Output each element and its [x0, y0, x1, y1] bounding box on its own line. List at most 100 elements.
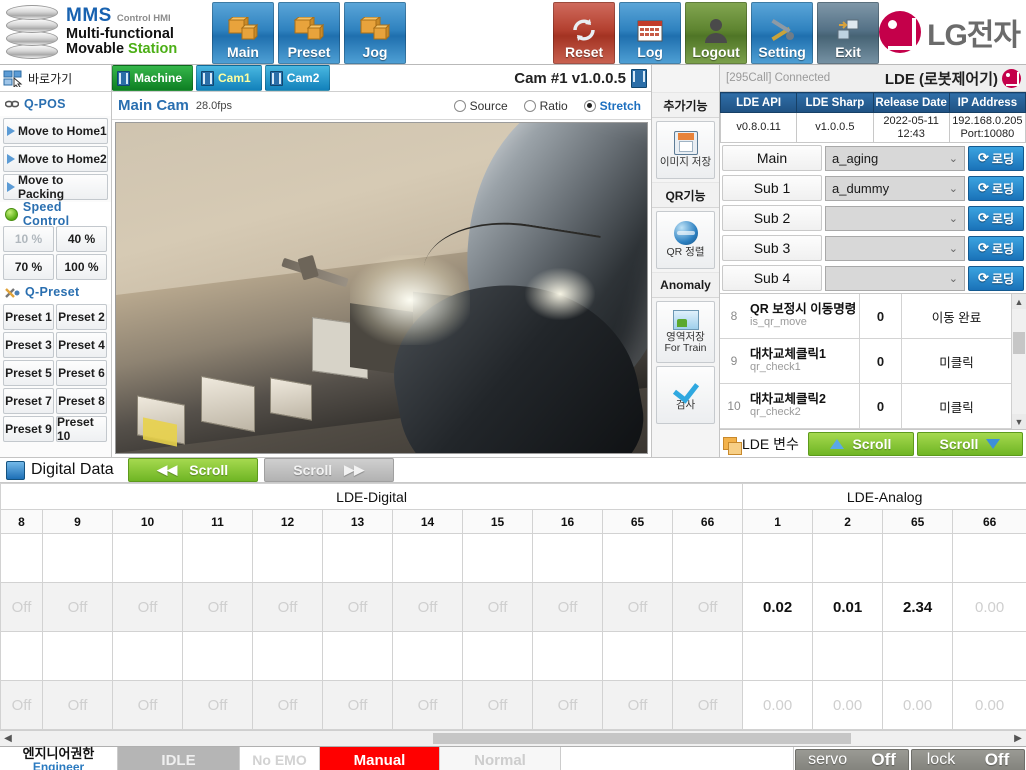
cell-a[interactable]: [742, 533, 814, 583]
cell-d[interactable]: [462, 533, 533, 583]
preset-button-10[interactable]: Preset 10: [56, 415, 107, 443]
preset-button-5[interactable]: Preset 5: [3, 360, 54, 386]
load-button-sub4[interactable]: ⟳ 로딩: [968, 265, 1024, 291]
preset-button-1[interactable]: Preset 1: [3, 304, 54, 330]
scroll-up-arrow-icon[interactable]: ▲: [1012, 294, 1026, 309]
cell-a[interactable]: 0.01: [812, 582, 884, 632]
cell-d[interactable]: Off: [392, 680, 463, 730]
cell-d[interactable]: [671, 533, 744, 583]
scrollbar-thumb[interactable]: [433, 733, 851, 744]
main-button[interactable]: Main: [212, 2, 274, 64]
cell-d[interactable]: Off: [602, 582, 673, 632]
cell-a[interactable]: [952, 533, 1026, 583]
servo-toggle[interactable]: servo Off: [795, 749, 909, 770]
preset-button-7[interactable]: Preset 7: [3, 388, 54, 414]
cell-d[interactable]: [392, 631, 463, 681]
load-button-sub1[interactable]: ⟳ 로딩: [968, 175, 1024, 201]
scroll-right-button[interactable]: Scroll ▶▶: [263, 458, 394, 482]
cell-d[interactable]: Off: [182, 680, 253, 730]
lock-toggle[interactable]: lock Off: [911, 749, 1025, 770]
selector-dropdown-sub1[interactable]: a_dummy ⌄: [825, 175, 965, 201]
cell-d[interactable]: [42, 533, 113, 583]
cell-d[interactable]: [671, 631, 744, 681]
cell-d[interactable]: [532, 533, 603, 583]
cell-d[interactable]: [0, 631, 43, 681]
tab-machine[interactable]: Machine: [112, 65, 194, 91]
cell-a[interactable]: 0.00: [952, 582, 1026, 632]
cell-d[interactable]: [322, 533, 393, 583]
sidebar-item-move-home2[interactable]: Move to Home2: [3, 146, 108, 172]
cell-d[interactable]: [462, 631, 533, 681]
selector-dropdown-sub4[interactable]: ⌄: [825, 265, 965, 291]
variable-list-scrollbar[interactable]: ▲ ▼: [1011, 294, 1026, 429]
log-button[interactable]: Log: [619, 2, 682, 64]
cell-a[interactable]: 0.00: [882, 680, 954, 730]
scroll-down-arrow-icon[interactable]: ▼: [1012, 414, 1026, 429]
cell-d[interactable]: [42, 631, 113, 681]
preset-button-6[interactable]: Preset 6: [56, 360, 107, 386]
cell-d[interactable]: Off: [0, 582, 43, 632]
cell-d[interactable]: Off: [462, 582, 533, 632]
cell-d[interactable]: [112, 533, 183, 583]
preset-button-4[interactable]: Preset 4: [56, 332, 107, 358]
scroll-up-button[interactable]: Scroll: [807, 431, 914, 456]
preset-button-8[interactable]: Preset 8: [56, 388, 107, 414]
cell-d[interactable]: Off: [252, 582, 323, 632]
scrollbar-track[interactable]: [1012, 309, 1026, 414]
cell-d[interactable]: Off: [42, 680, 113, 730]
preset-button[interactable]: Preset: [278, 2, 340, 64]
cell-d[interactable]: Off: [671, 680, 744, 730]
cell-d[interactable]: [0, 533, 43, 583]
scroll-left-arrow-icon[interactable]: ◀: [0, 733, 16, 744]
cell-d[interactable]: Off: [252, 680, 323, 730]
cell-a[interactable]: [882, 631, 954, 681]
cell-a[interactable]: [812, 631, 884, 681]
logout-button[interactable]: Logout: [685, 2, 748, 64]
cell-a[interactable]: 0.00: [952, 680, 1026, 730]
speed-option-70[interactable]: 70 %: [3, 254, 54, 280]
cell-d[interactable]: Off: [182, 582, 253, 632]
load-button-sub3[interactable]: ⟳ 로딩: [968, 235, 1024, 261]
cell-a[interactable]: 0.00: [812, 680, 884, 730]
cell-a[interactable]: 0.02: [742, 582, 814, 632]
cell-a[interactable]: [742, 631, 814, 681]
cell-a[interactable]: 2.34: [882, 582, 954, 632]
cell-d[interactable]: Off: [322, 680, 393, 730]
cell-d[interactable]: Off: [462, 680, 533, 730]
selector-dropdown-main[interactable]: a_aging ⌄: [825, 145, 965, 171]
jog-button[interactable]: Jog: [344, 2, 406, 64]
cell-d[interactable]: [602, 631, 673, 681]
cell-d[interactable]: [252, 533, 323, 583]
cell-d[interactable]: Off: [602, 680, 673, 730]
load-button-main[interactable]: ⟳ 로딩: [968, 145, 1024, 171]
cell-d[interactable]: [392, 533, 463, 583]
cell-d[interactable]: Off: [0, 680, 43, 730]
scrollbar-track[interactable]: [16, 731, 1010, 746]
save-image-button[interactable]: 이미지 저장: [656, 121, 715, 179]
scroll-down-button[interactable]: Scroll: [916, 431, 1024, 456]
cell-d[interactable]: Off: [112, 582, 183, 632]
cell-d[interactable]: [532, 631, 603, 681]
table-row[interactable]: 9 대차교체클릭1 qr_check1 0 미클릭: [720, 339, 1011, 384]
cell-d[interactable]: Off: [322, 582, 393, 632]
cell-d[interactable]: [252, 631, 323, 681]
cell-a[interactable]: [812, 533, 884, 583]
cell-d[interactable]: Off: [671, 582, 744, 632]
radio-source[interactable]: Source: [453, 99, 508, 113]
speed-option-40[interactable]: 40 %: [56, 226, 107, 252]
load-button-sub2[interactable]: ⟳ 로딩: [968, 205, 1024, 231]
reset-button[interactable]: Reset: [553, 2, 616, 64]
inspect-button[interactable]: 검사: [656, 366, 715, 424]
preset-button-3[interactable]: Preset 3: [3, 332, 54, 358]
cell-d[interactable]: [602, 533, 673, 583]
cell-d[interactable]: Off: [392, 582, 463, 632]
qr-align-button[interactable]: QR 정렬: [656, 211, 715, 269]
speed-option-100[interactable]: 100 %: [56, 254, 107, 280]
cell-d[interactable]: [112, 631, 183, 681]
cell-d[interactable]: [182, 533, 253, 583]
sidebar-item-move-home1[interactable]: Move to Home1: [3, 118, 108, 144]
cell-a[interactable]: [952, 631, 1026, 681]
scroll-right-arrow-icon[interactable]: ▶: [1010, 733, 1026, 744]
speed-option-10[interactable]: 10 %: [3, 226, 54, 252]
radio-stretch[interactable]: Stretch: [583, 99, 641, 113]
